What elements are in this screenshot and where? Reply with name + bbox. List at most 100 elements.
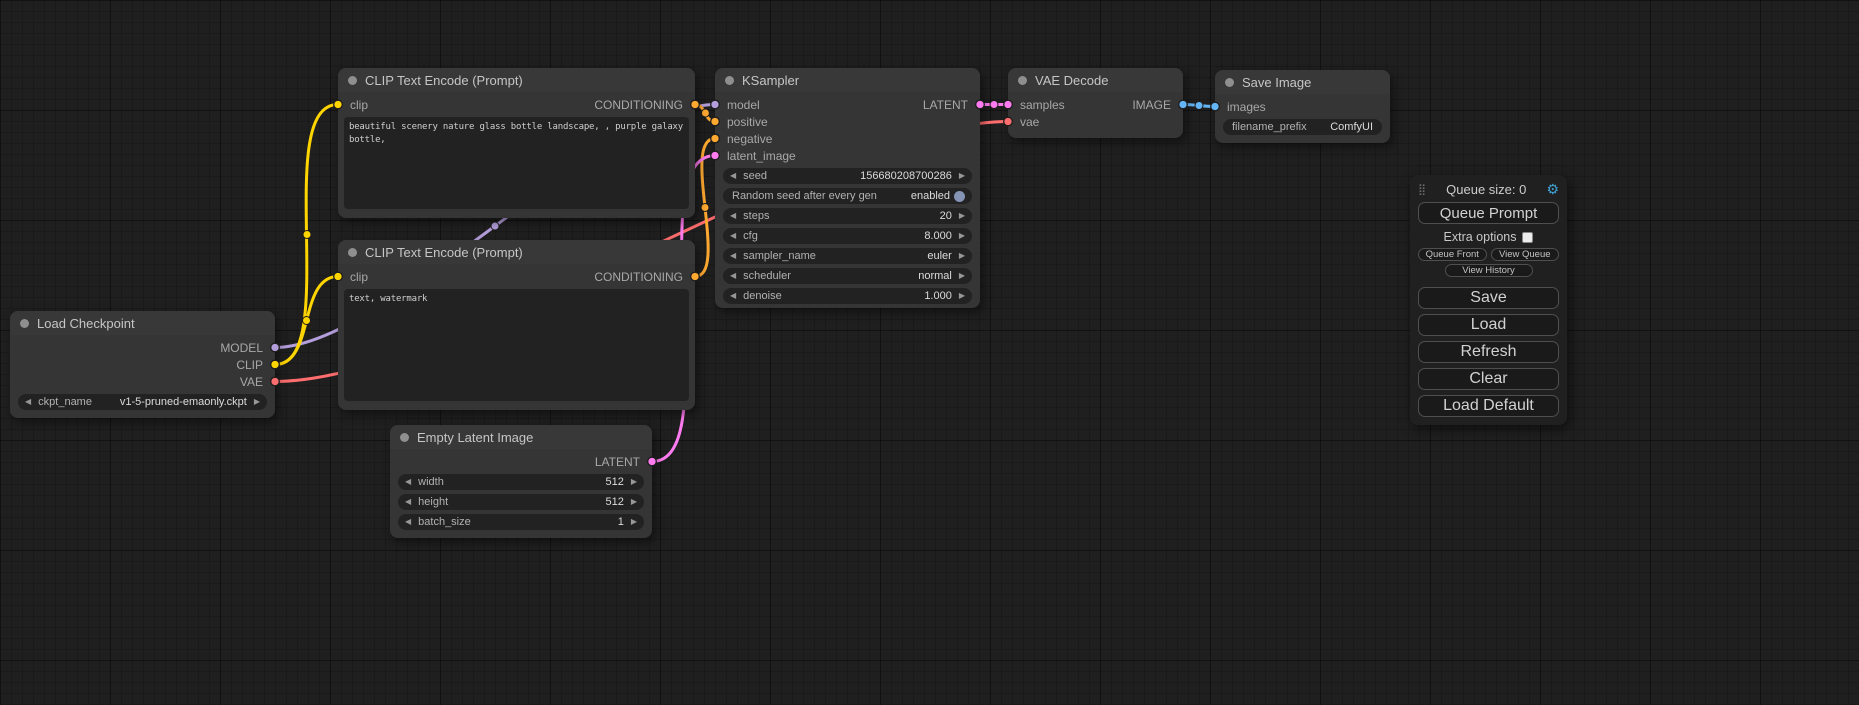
decrement-icon[interactable]: ◀ bbox=[25, 398, 31, 406]
prompt-text-input[interactable]: beautiful scenery nature glass bottle la… bbox=[344, 117, 689, 209]
prompt-text-input[interactable]: text, watermark bbox=[344, 289, 689, 401]
output-slot-latent[interactable]: LATENT bbox=[390, 453, 652, 470]
toggle-knob[interactable] bbox=[954, 191, 965, 202]
load-button[interactable]: Load bbox=[1418, 314, 1559, 336]
decrement-icon[interactable]: ◀ bbox=[730, 272, 736, 280]
output-slot-clip[interactable]: CLIP bbox=[10, 356, 275, 373]
node-ksampler[interactable]: KSampler model LATENT positive negative … bbox=[715, 68, 980, 308]
widget-label: seed bbox=[743, 170, 767, 182]
node-empty-latent-image[interactable]: Empty Latent Image LATENT ◀ width 512 ▶ … bbox=[390, 425, 652, 538]
increment-icon[interactable]: ▶ bbox=[959, 212, 965, 220]
input-slot-clip[interactable]: clip bbox=[350, 270, 368, 284]
ckpt-name-widget[interactable]: ◀ ckpt_name v1-5-pruned-emaonly.ckpt ▶ bbox=[18, 394, 267, 410]
increment-icon[interactable]: ▶ bbox=[959, 172, 965, 180]
widget-label: filename_prefix bbox=[1232, 121, 1307, 133]
increment-icon[interactable]: ▶ bbox=[631, 518, 637, 526]
settings-gear-icon[interactable]: ⚙ bbox=[1546, 182, 1559, 196]
output-slot-conditioning[interactable]: CONDITIONING bbox=[594, 270, 683, 284]
node-header[interactable]: CLIP Text Encode (Prompt) bbox=[338, 240, 695, 264]
decrement-icon[interactable]: ◀ bbox=[405, 518, 411, 526]
node-graph-canvas[interactable]: Load Checkpoint MODEL CLIP VAE ◀ ckpt_na… bbox=[0, 0, 1859, 705]
collapse-dot-icon[interactable] bbox=[725, 76, 734, 85]
batch-size-widget[interactable]: ◀ batch_size 1 ▶ bbox=[398, 514, 644, 530]
wire-conditioning-positive bbox=[695, 105, 715, 122]
decrement-icon[interactable]: ◀ bbox=[730, 292, 736, 300]
collapse-dot-icon[interactable] bbox=[400, 433, 409, 442]
decrement-icon[interactable]: ◀ bbox=[730, 232, 736, 240]
slot-label: vae bbox=[1020, 115, 1039, 129]
load-default-button[interactable]: Load Default bbox=[1418, 395, 1559, 417]
collapse-dot-icon[interactable] bbox=[348, 248, 357, 257]
node-header[interactable]: VAE Decode bbox=[1008, 68, 1183, 92]
seed-widget[interactable]: ◀ seed 156680208700286 ▶ bbox=[723, 168, 972, 184]
node-header[interactable]: KSampler bbox=[715, 68, 980, 92]
widget-value: 512 bbox=[605, 496, 623, 508]
queue-prompt-button[interactable]: Queue Prompt bbox=[1418, 202, 1559, 224]
node-save-image[interactable]: Save Image images filename_prefix ComfyU… bbox=[1215, 70, 1390, 143]
refresh-button[interactable]: Refresh bbox=[1418, 341, 1559, 363]
collapse-dot-icon[interactable] bbox=[1018, 76, 1027, 85]
slot-row[interactable]: clip CONDITIONING bbox=[338, 96, 695, 113]
collapse-dot-icon[interactable] bbox=[20, 319, 29, 328]
input-slot-latent-image[interactable]: latent_image bbox=[715, 147, 980, 164]
output-slot-conditioning[interactable]: CONDITIONING bbox=[594, 98, 683, 112]
decrement-icon[interactable]: ◀ bbox=[730, 212, 736, 220]
output-slot-latent[interactable]: LATENT bbox=[923, 98, 968, 112]
input-slot-clip[interactable]: clip bbox=[350, 98, 368, 112]
denoise-widget[interactable]: ◀ denoise 1.000 ▶ bbox=[723, 288, 972, 304]
queue-front-button[interactable]: Queue Front bbox=[1418, 248, 1487, 261]
output-slot-image[interactable]: IMAGE bbox=[1132, 98, 1171, 112]
link-midpoint-dot bbox=[1195, 102, 1203, 110]
node-header[interactable]: Empty Latent Image bbox=[390, 425, 652, 449]
slot-row[interactable]: clip CONDITIONING bbox=[338, 268, 695, 285]
slot-label: positive bbox=[727, 115, 768, 129]
link-midpoint-dot bbox=[303, 317, 311, 325]
steps-widget[interactable]: ◀ steps 20 ▶ bbox=[723, 208, 972, 224]
node-header[interactable]: Save Image bbox=[1215, 70, 1390, 94]
decrement-icon[interactable]: ◀ bbox=[730, 252, 736, 260]
increment-icon[interactable]: ▶ bbox=[959, 292, 965, 300]
collapse-dot-icon[interactable] bbox=[348, 76, 357, 85]
increment-icon[interactable]: ▶ bbox=[631, 498, 637, 506]
view-history-button[interactable]: View History bbox=[1445, 264, 1533, 277]
input-slot-vae[interactable]: vae bbox=[1008, 113, 1183, 130]
decrement-icon[interactable]: ◀ bbox=[405, 478, 411, 486]
height-widget[interactable]: ◀ height 512 ▶ bbox=[398, 494, 644, 510]
node-header[interactable]: CLIP Text Encode (Prompt) bbox=[338, 68, 695, 92]
clear-button[interactable]: Clear bbox=[1418, 368, 1559, 390]
increment-icon[interactable]: ▶ bbox=[959, 232, 965, 240]
decrement-icon[interactable]: ◀ bbox=[405, 498, 411, 506]
sampler-name-widget[interactable]: ◀ sampler_name euler ▶ bbox=[723, 248, 972, 264]
filename-prefix-widget[interactable]: filename_prefix ComfyUI bbox=[1223, 119, 1382, 135]
input-slot-samples[interactable]: samples bbox=[1020, 98, 1065, 112]
collapse-dot-icon[interactable] bbox=[1225, 78, 1234, 87]
width-widget[interactable]: ◀ width 512 ▶ bbox=[398, 474, 644, 490]
output-slot-model[interactable]: MODEL bbox=[10, 339, 275, 356]
input-slot-positive[interactable]: positive bbox=[715, 113, 980, 130]
increment-icon[interactable]: ▶ bbox=[254, 398, 260, 406]
slot-label: images bbox=[1227, 100, 1266, 114]
output-slot-vae[interactable]: VAE bbox=[10, 373, 275, 390]
slot-row[interactable]: model LATENT bbox=[715, 96, 980, 113]
input-slot-images[interactable]: images bbox=[1215, 98, 1390, 115]
node-load-checkpoint[interactable]: Load Checkpoint MODEL CLIP VAE ◀ ckpt_na… bbox=[10, 311, 275, 418]
decrement-icon[interactable]: ◀ bbox=[730, 172, 736, 180]
cfg-widget[interactable]: ◀ cfg 8.000 ▶ bbox=[723, 228, 972, 244]
increment-icon[interactable]: ▶ bbox=[959, 252, 965, 260]
input-slot-model[interactable]: model bbox=[727, 98, 760, 112]
scheduler-widget[interactable]: ◀ scheduler normal ▶ bbox=[723, 268, 972, 284]
random-seed-toggle-widget[interactable]: Random seed after every gen enabled bbox=[723, 188, 972, 204]
view-queue-button[interactable]: View Queue bbox=[1491, 248, 1560, 261]
drag-handle-icon[interactable]: ⣿ bbox=[1418, 183, 1426, 196]
increment-icon[interactable]: ▶ bbox=[959, 272, 965, 280]
slot-row[interactable]: samples IMAGE bbox=[1008, 96, 1183, 113]
node-clip-text-encode-negative[interactable]: CLIP Text Encode (Prompt) clip CONDITION… bbox=[338, 240, 695, 410]
node-header[interactable]: Load Checkpoint bbox=[10, 311, 275, 335]
input-slot-negative[interactable]: negative bbox=[715, 130, 980, 147]
increment-icon[interactable]: ▶ bbox=[631, 478, 637, 486]
save-button[interactable]: Save bbox=[1418, 287, 1559, 309]
node-vae-decode[interactable]: VAE Decode samples IMAGE vae bbox=[1008, 68, 1183, 138]
node-clip-text-encode-positive[interactable]: CLIP Text Encode (Prompt) clip CONDITION… bbox=[338, 68, 695, 218]
queue-menu-panel[interactable]: ⣿ Queue size: 0 ⚙ Queue Prompt Extra opt… bbox=[1410, 175, 1567, 425]
extra-options-checkbox[interactable] bbox=[1522, 232, 1533, 243]
